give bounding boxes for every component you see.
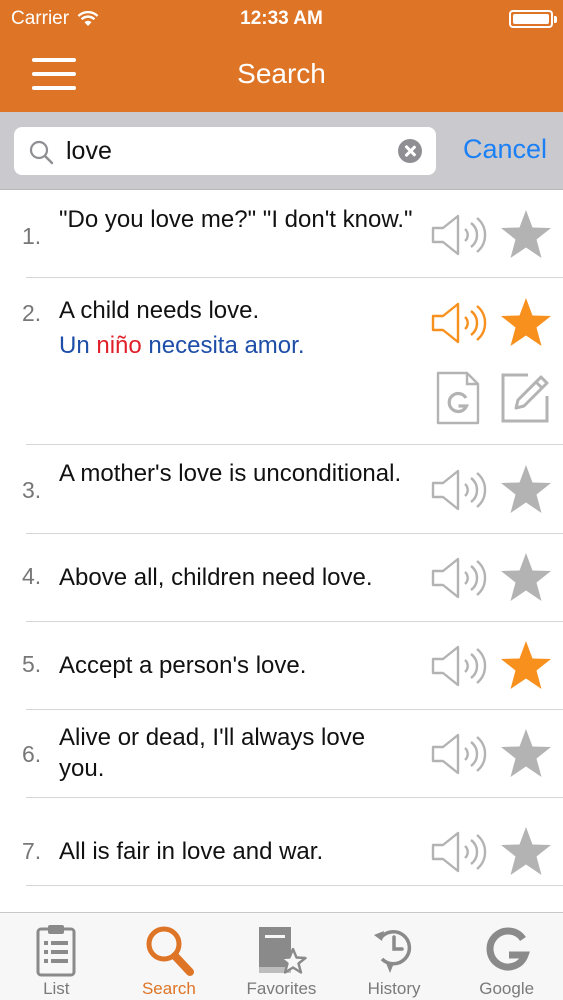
google-g-icon: [486, 927, 530, 971]
cancel-button[interactable]: Cancel: [463, 134, 547, 165]
results-list: 1. "Do you love me?" "I don't know." 2. …: [0, 190, 563, 912]
favorite-star-icon[interactable]: [498, 727, 554, 781]
item-text: Alive or dead, I'll always love you.: [59, 724, 366, 782]
item-number: 7.: [22, 838, 42, 864]
tab-label: Google: [479, 979, 535, 998]
item-number: 3.: [22, 477, 42, 503]
item-text: "Do you love me?" "I don't know.": [59, 206, 413, 233]
item-text: All is fair in love and war.: [59, 838, 324, 865]
speaker-icon[interactable]: [430, 212, 488, 258]
speaker-icon[interactable]: [430, 643, 488, 689]
item-number: 1.: [22, 223, 42, 249]
speaker-icon[interactable]: [430, 731, 488, 777]
book-star-icon: [259, 927, 308, 974]
item-number: 4.: [22, 563, 42, 589]
header: Carrier 12:33 AM Search: [0, 0, 563, 112]
clock-history-icon: [374, 930, 412, 973]
google-translate-icon[interactable]: [435, 370, 481, 426]
search-input[interactable]: [66, 135, 386, 167]
tab-history[interactable]: History: [338, 913, 451, 1000]
clear-search-button[interactable]: [398, 139, 422, 163]
item-number: 5.: [22, 651, 42, 677]
speaker-icon-active[interactable]: [430, 300, 488, 346]
item-text: A child needs love.: [59, 297, 260, 324]
favorite-star-icon[interactable]: [498, 639, 554, 693]
magnifier-icon: [146, 926, 194, 976]
item-text: Above all, children need love.: [59, 564, 373, 591]
tab-favorites[interactable]: Favorites: [225, 913, 338, 1000]
item-number: 6.: [22, 741, 42, 767]
list-item[interactable]: 1. "Do you love me?" "I don't know.": [0, 190, 563, 278]
item-number: 2.: [22, 300, 42, 326]
search-icon: [29, 140, 54, 165]
search-field-container[interactable]: [14, 127, 436, 175]
tab-bar: List Search Favorites History Google: [0, 912, 563, 1000]
translation-highlight: niño: [96, 332, 142, 359]
status-bar: Carrier 12:33 AM: [0, 0, 563, 38]
tab-search[interactable]: Search: [113, 913, 226, 1000]
tab-label: History: [367, 979, 421, 998]
tab-list[interactable]: List: [0, 913, 113, 1000]
list-item-expanded[interactable]: 2. A child needs love. Un niño necesita …: [0, 278, 563, 445]
favorite-star-icon[interactable]: [498, 825, 554, 879]
tab-label: Search: [141, 979, 196, 998]
tab-label: Favorites: [246, 979, 317, 998]
search-bar: Cancel: [0, 112, 563, 190]
edit-icon[interactable]: [498, 370, 554, 426]
item-translation: Un niño necesita amor.: [59, 330, 417, 361]
speaker-icon[interactable]: [430, 829, 488, 875]
nav-bar: Search: [0, 38, 563, 112]
list-item[interactable]: 5. Accept a person's love.: [0, 622, 563, 710]
list-item[interactable]: 6. Alive or dead, I'll always love you.: [0, 710, 563, 798]
speaker-icon[interactable]: [430, 467, 488, 513]
favorite-star-icon[interactable]: [498, 463, 554, 517]
list-item[interactable]: 4. Above all, children need love.: [0, 534, 563, 622]
tab-google[interactable]: Google: [450, 913, 563, 1000]
list-item[interactable]: 3. A mother's love is unconditional.: [0, 445, 563, 534]
tab-label: List: [43, 979, 70, 998]
favorite-star-icon[interactable]: [498, 208, 554, 262]
status-time: 12:33 AM: [240, 8, 323, 29]
list-item[interactable]: 7. All is fair in love and war.: [0, 798, 563, 886]
item-text: A mother's love is unconditional.: [59, 460, 402, 487]
translation-part: Un: [59, 332, 97, 359]
favorite-star-icon[interactable]: [498, 296, 554, 350]
clipboard-list-icon: [36, 925, 76, 977]
battery-icon: [509, 10, 557, 28]
item-text: Accept a person's love.: [59, 652, 307, 679]
speaker-icon[interactable]: [430, 555, 488, 601]
page-title: Search: [237, 58, 326, 89]
translation-part: necesita amor.: [141, 332, 305, 359]
favorite-star-icon[interactable]: [498, 551, 554, 605]
